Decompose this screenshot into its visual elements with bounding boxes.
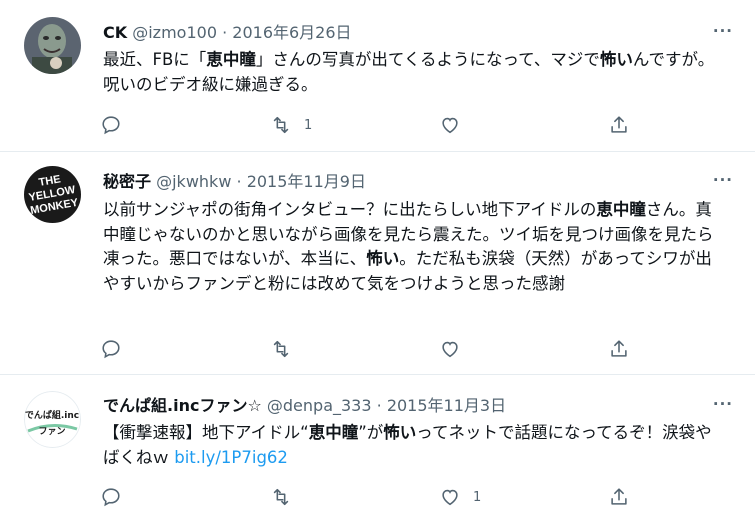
text-segment: 」さんの写真が出てくるようになって、マジで	[255, 50, 600, 69]
text-segment: 最近、FBに「	[103, 50, 207, 69]
like-button[interactable]	[439, 112, 473, 138]
display-name[interactable]: CK	[103, 23, 127, 42]
heart-icon	[442, 117, 458, 134]
display-name[interactable]: 秘密子	[103, 172, 151, 191]
highlighted-text: 怖い	[599, 50, 633, 69]
retweet-count: 1	[304, 117, 313, 133]
share-button[interactable]	[608, 484, 630, 510]
retweet-button[interactable]: 1	[270, 112, 312, 138]
tweet[interactable]: でんぱ組.inc ファン でんぱ組.incファン☆ @denpa_333 · 2…	[0, 375, 755, 531]
reply-icon	[102, 340, 120, 359]
tweet-feed: CK @izmo100 · 2016年6月26日 ··· 最近、FBに「恵中瞳」…	[0, 0, 755, 531]
reply-icon	[102, 488, 120, 507]
avatar-text-line: ファン	[38, 426, 65, 437]
avatar-text-line: でんぱ組.inc	[25, 409, 79, 421]
retweet-icon	[273, 488, 289, 506]
avatar[interactable]	[24, 17, 81, 74]
tweet[interactable]: CK @izmo100 · 2016年6月26日 ··· 最近、FBに「恵中瞳」…	[0, 0, 755, 152]
avatar[interactable]: でんぱ組.inc ファン	[24, 391, 81, 448]
text-segment: ”が	[358, 423, 384, 442]
share-button[interactable]	[608, 112, 630, 138]
tweet-text: 以前サンジャポの街角インタビュー？に出たらしい地下アイドルの恵中瞳さん。真中瞳じ…	[103, 198, 728, 296]
retweet-icon	[273, 340, 289, 358]
highlighted-text: 恵中瞳	[308, 423, 359, 442]
heart-icon	[442, 341, 458, 358]
tweet-date[interactable]: 2015年11月9日	[247, 172, 366, 191]
handle[interactable]: @jkwhkw	[156, 172, 231, 191]
heart-icon	[442, 489, 458, 506]
tweet-header: CK @izmo100 · 2016年6月26日	[103, 22, 352, 44]
highlighted-text: 怖い	[383, 423, 417, 442]
avatar[interactable]: THE YELLOW MONKEY	[24, 166, 81, 223]
like-button[interactable]: 1	[439, 484, 481, 510]
text-segment: 以前サンジャポの街角インタビュー？に出たらしい地下アイドルの	[103, 200, 597, 219]
highlighted-text: 怖い	[366, 249, 400, 268]
tweet-text: 【衝撃速報】地下アイドル“恵中瞳”が怖いってネットで話題になってるぞ！涙袋やばく…	[103, 421, 728, 470]
share-button[interactable]	[608, 336, 630, 362]
separator: ·	[236, 172, 242, 191]
separator: ·	[222, 23, 228, 42]
reply-button[interactable]	[100, 112, 134, 138]
tweet-header: でんぱ組.incファン☆ @denpa_333 · 2015年11月3日	[103, 395, 506, 417]
retweet-button[interactable]	[270, 336, 304, 362]
reply-button[interactable]	[100, 336, 134, 362]
text-segment: 【衝撃速報】地下アイドル“	[103, 423, 309, 442]
separator: ·	[376, 396, 382, 415]
action-bar: 1	[0, 484, 755, 510]
retweet-button[interactable]	[270, 484, 304, 510]
tweet-date[interactable]: 2016年6月26日	[232, 23, 351, 42]
reply-button[interactable]	[100, 484, 134, 510]
more-options-icon[interactable]: ···	[713, 22, 733, 40]
tweet-text: 最近、FBに「恵中瞳」さんの写真が出てくるようになって、マジで怖いんですが。呪い…	[103, 48, 728, 97]
more-options-icon[interactable]: ···	[713, 395, 733, 413]
share-icon	[611, 116, 627, 133]
display-name[interactable]: でんぱ組.incファン☆	[103, 396, 262, 415]
share-icon	[611, 488, 627, 505]
tweet-header: 秘密子 @jkwhkw · 2015年11月9日	[103, 171, 366, 193]
highlighted-text: 恵中瞳	[596, 200, 646, 219]
reply-icon	[102, 116, 120, 135]
retweet-icon	[273, 116, 289, 134]
more-options-icon[interactable]: ···	[713, 171, 733, 189]
like-button[interactable]	[439, 336, 473, 362]
action-bar	[0, 336, 755, 362]
like-count: 1	[473, 489, 482, 505]
action-bar: 1	[0, 112, 755, 138]
handle[interactable]: @denpa_333	[267, 396, 372, 415]
handle[interactable]: @izmo100	[132, 23, 217, 42]
tweet-link[interactable]: bit.ly/1P7ig62	[174, 448, 288, 467]
tweet-date[interactable]: 2015年11月3日	[387, 396, 506, 415]
share-icon	[611, 340, 627, 357]
tweet[interactable]: THE YELLOW MONKEY 秘密子 @jkwhkw · 2015年11月…	[0, 152, 755, 375]
highlighted-text: 恵中瞳	[206, 50, 256, 69]
